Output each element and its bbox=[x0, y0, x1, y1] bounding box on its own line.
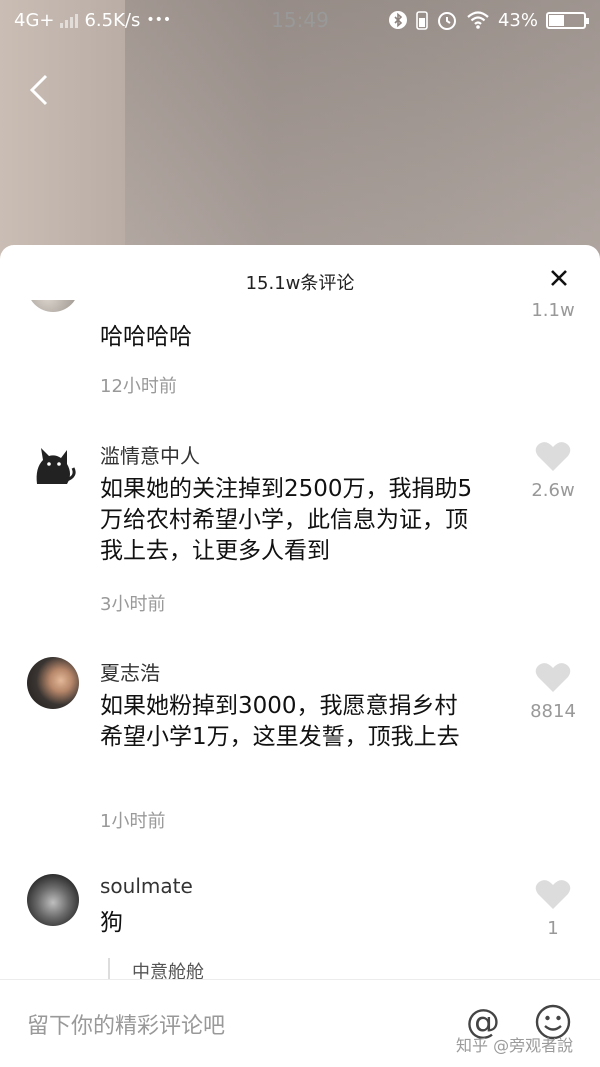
alarm-icon bbox=[437, 12, 456, 30]
heart-icon bbox=[535, 442, 571, 471]
battery-fill bbox=[549, 14, 564, 26]
comment-input-bar: 留下你的精彩评论吧 @ 知乎 @旁观者說 bbox=[0, 979, 600, 1067]
like-count: 1.1w bbox=[531, 300, 575, 321]
like-count: 2.6w bbox=[531, 480, 575, 501]
comment-count-title: 15.1w条评论 bbox=[245, 273, 355, 294]
comment-input[interactable]: 留下你的精彩评论吧 bbox=[27, 1008, 225, 1040]
comment-list[interactable]: 哈哈哈哈 12小时前 1.1w 滥情意中人 如果她的关注掉到2500万，我捐助5… bbox=[0, 300, 600, 980]
avatar[interactable] bbox=[27, 657, 79, 709]
comment-text: 如果她的关注掉到2500万，我捐助5万给农村希望小学，此信息为证，顶我上去，让更… bbox=[100, 476, 473, 564]
comment-text: 哈哈哈哈 bbox=[100, 324, 192, 350]
signal-icon bbox=[60, 12, 79, 28]
like-button[interactable]: 1 bbox=[518, 878, 588, 939]
watermark: 知乎 @旁观者說 bbox=[456, 1036, 574, 1055]
comment-time: 12小时前 bbox=[100, 376, 177, 397]
like-count: 8814 bbox=[530, 701, 576, 722]
comment-text: 狗 bbox=[100, 910, 123, 936]
heart-icon bbox=[535, 880, 571, 909]
more-dots: ••• bbox=[146, 12, 172, 28]
like-button[interactable]: 1.1w bbox=[518, 300, 588, 321]
comment-time: 1小时前 bbox=[100, 811, 166, 832]
comment-time: 3小时前 bbox=[100, 594, 166, 615]
like-button[interactable]: 2.6w bbox=[518, 440, 588, 501]
bluetooth-icon bbox=[388, 11, 407, 29]
battery-percent: 43% bbox=[497, 9, 538, 31]
battery-icon bbox=[546, 11, 589, 29]
comment-author[interactable]: 夏志浩 bbox=[100, 657, 160, 686]
status-bar: 4G+ 6.5K/s ••• 15:49 43% bbox=[0, 0, 600, 40]
back-chevron-icon bbox=[29, 74, 48, 106]
speed-label: 6.5K/s bbox=[84, 9, 141, 31]
reply-author: 中意舱舱 bbox=[132, 962, 204, 980]
comment-author[interactable]: 滥情意中人 bbox=[100, 440, 200, 469]
like-count: 1 bbox=[547, 918, 559, 939]
cat-avatar-icon bbox=[36, 448, 76, 484]
like-button[interactable]: 8814 bbox=[518, 661, 588, 722]
comment-author[interactable]: soulmate bbox=[100, 874, 193, 898]
avatar[interactable] bbox=[27, 300, 79, 312]
reply-preview[interactable]: 中意舱舱 bbox=[108, 958, 204, 980]
back-button[interactable] bbox=[22, 68, 58, 112]
phone-battery-icon bbox=[416, 11, 428, 30]
heart-icon bbox=[535, 663, 571, 692]
avatar[interactable] bbox=[27, 874, 79, 926]
comment-text: 如果她粉掉到3000，我愿意捐乡村希望小学1万，这里发誓，顶我上去 bbox=[100, 693, 460, 750]
network-label: 4G+ bbox=[14, 9, 55, 31]
close-icon bbox=[551, 270, 567, 286]
comments-sheet: 15.1w条评论 哈哈哈哈 12小时前 1.1w 滥情意中人 如果她的关注掉到2… bbox=[0, 245, 600, 1067]
avatar[interactable] bbox=[27, 440, 79, 492]
wifi-icon bbox=[467, 11, 489, 29]
close-button[interactable] bbox=[544, 263, 574, 293]
